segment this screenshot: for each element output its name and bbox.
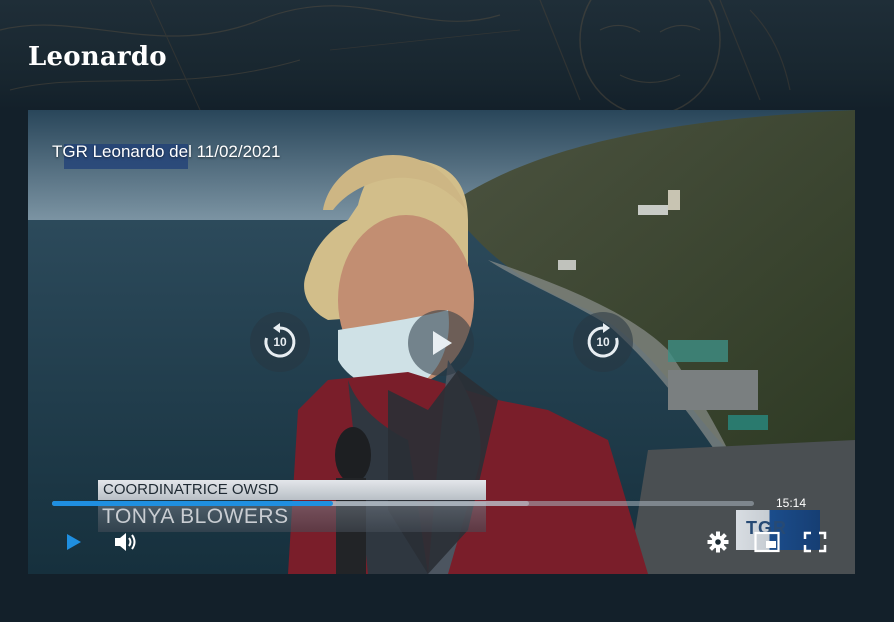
picture-in-picture-icon xyxy=(754,531,780,553)
rewind-10-label: 10 xyxy=(273,335,287,349)
video-title: TGR Leonardo del 11/02/2021 xyxy=(52,142,281,161)
play-icon xyxy=(67,534,81,550)
progress-played xyxy=(52,501,333,506)
play-icon xyxy=(433,331,452,355)
rewind-10-button[interactable]: 10 xyxy=(250,312,310,372)
page-title: Leonardo xyxy=(28,42,167,72)
fullscreen-icon xyxy=(803,531,827,553)
settings-button[interactable] xyxy=(704,528,732,556)
caption-name: TONYA BLOWERS xyxy=(98,502,486,532)
caption-role: COORDINATRICE OWSD xyxy=(98,480,486,500)
duration-label: 15:14 xyxy=(776,496,807,510)
header-banner: Leonardo xyxy=(0,0,894,110)
forward-10-button[interactable]: 10 xyxy=(573,312,633,372)
volume-icon xyxy=(115,533,136,551)
play-button[interactable] xyxy=(59,528,87,556)
pip-button[interactable] xyxy=(753,528,781,556)
play-overlay-button[interactable] xyxy=(408,310,474,376)
gear-icon xyxy=(707,531,729,553)
volume-button[interactable] xyxy=(112,528,140,556)
video-player[interactable]: TGR Leonardo del 11/02/2021 10 10 COORDI… xyxy=(28,110,855,574)
fullscreen-button[interactable] xyxy=(801,528,829,556)
forward-10-label: 10 xyxy=(596,335,610,349)
progress-bar[interactable] xyxy=(52,501,754,506)
